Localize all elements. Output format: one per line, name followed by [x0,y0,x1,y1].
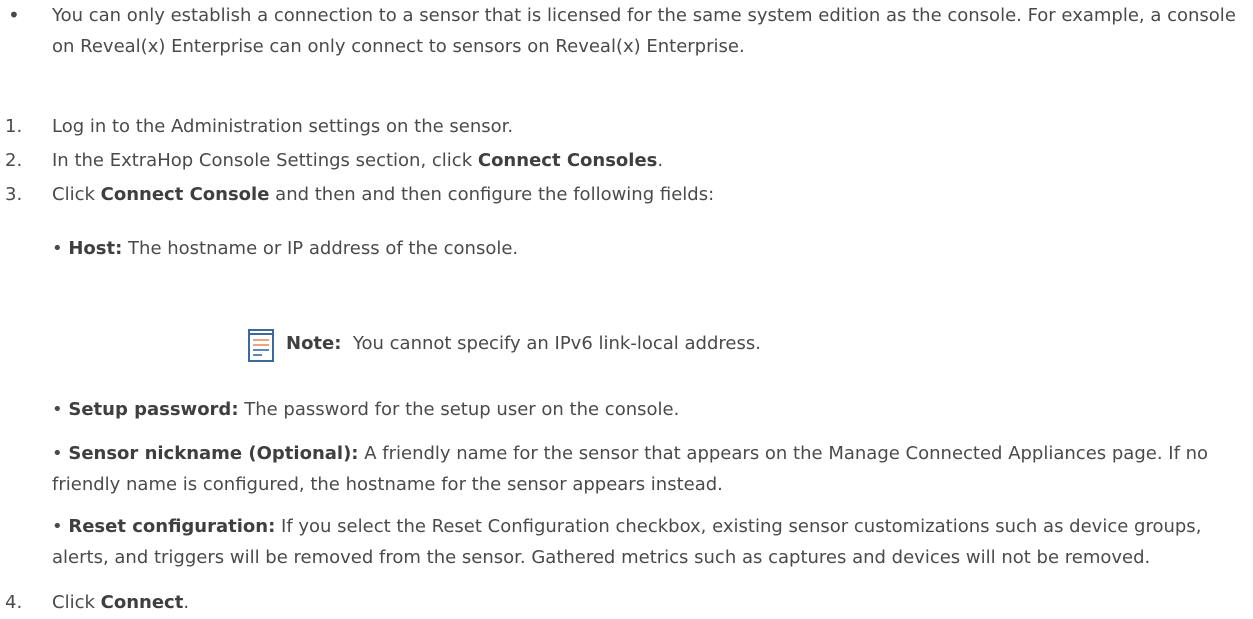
field-description: The hostname or IP address of the consol… [122,238,519,259]
note-label: Note: [286,333,342,354]
step-text: Click Connect Console and then and then … [52,179,1245,210]
step-text-before: Click [52,592,101,613]
field-text: • Host: The hostname or IP address of th… [52,233,1245,264]
step-number: 2. [5,150,23,171]
note-body: You cannot specify an IPv6 link-local ad… [341,333,761,354]
field-text: • Setup password: The password for the s… [52,394,1245,425]
step-text-before: In the ExtraHop Console Settings section… [52,150,478,171]
ui-term-connect: Connect [100,592,184,613]
ui-term-connect-consoles: Connect Consoles [477,150,658,171]
field-label: Reset configuration: [68,516,276,537]
step-text-after: . [657,150,664,171]
note-text: Note: You cannot specify an IPv6 link-lo… [286,328,761,359]
note-callout: Note: You cannot specify an IPv6 link-lo… [245,328,1005,376]
step-text-before: Click [52,184,101,205]
field-description: The password for the setup user on the c… [238,399,680,420]
step-text: Log in to the Administration settings on… [52,116,514,137]
field-bullet: • [52,516,63,537]
ui-term-connect-console: Connect Console [100,184,270,205]
bullet-marker: • [8,3,20,27]
note-icon [248,329,274,362]
field-text: • Reset configuration: If you select the… [52,511,1245,573]
step-text-after: and then and then configure the followin… [269,184,715,205]
step-text-after: . [183,592,190,613]
step-number: 4. [5,592,23,613]
step-text: Click Connect. [52,587,1245,618]
step-number: 3. [5,184,23,205]
intro-bullet-text: You can only establish a connection to a… [52,5,1236,57]
field-bullet: • [52,443,63,464]
step-number: 1. [5,116,23,137]
field-bullet: • [52,238,63,259]
field-label: Sensor nickname (Optional): [68,443,359,464]
field-label: Host: [68,238,123,259]
field-bullet: • [52,399,63,420]
step-text: In the ExtraHop Console Settings section… [52,145,1245,176]
field-text: • Sensor nickname (Optional): A friendly… [52,438,1245,500]
field-label: Setup password: [68,399,239,420]
